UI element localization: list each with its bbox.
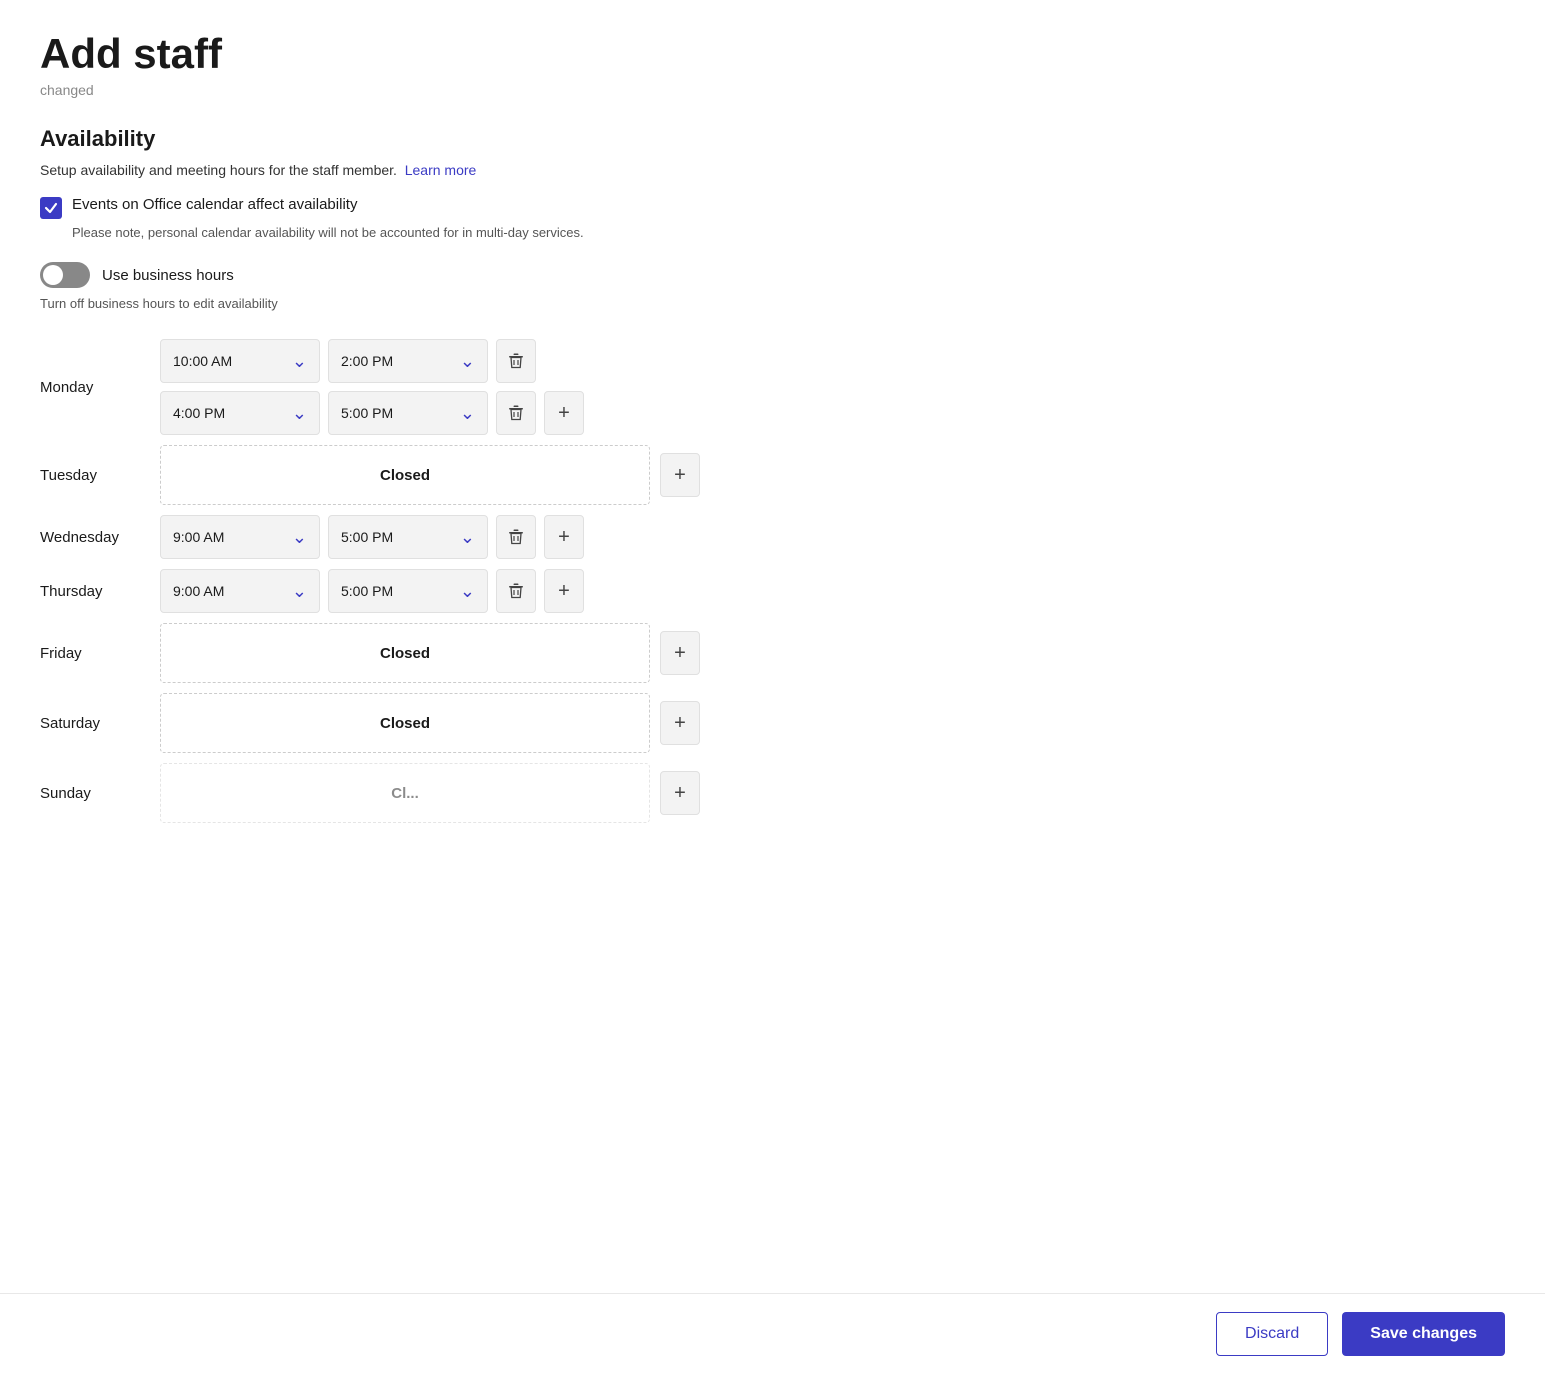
business-hours-toggle-row: Use business hours xyxy=(40,262,1505,288)
day-label-sunday: Sunday xyxy=(40,785,150,802)
day-row-tuesday: Tuesday Closed + xyxy=(40,445,1505,505)
friday-closed-box: Closed xyxy=(160,623,650,683)
calendar-checkbox-sublabel: Please note, personal calendar availabil… xyxy=(72,225,1505,240)
wednesday-add-slot-button[interactable]: + xyxy=(544,515,584,559)
save-changes-button[interactable]: Save changes xyxy=(1342,1312,1505,1356)
monday-slot1-start[interactable]: 10:00 AM ⌄ xyxy=(160,339,320,383)
availability-description: Setup availability and meeting hours for… xyxy=(40,162,1505,178)
thursday-slot-1: 9:00 AM ⌄ 5:00 PM ⌄ + xyxy=(160,569,584,613)
calendar-checkbox-label: Events on Office calendar affect availab… xyxy=(72,196,357,213)
thursday-slot1-delete-button[interactable] xyxy=(496,569,536,613)
monday-slot2-delete-button[interactable] xyxy=(496,391,536,435)
toggle-thumb xyxy=(43,265,63,285)
availability-grid: Monday 10:00 AM ⌄ 2:00 PM ⌄ xyxy=(40,339,1505,823)
saturday-add-slot-button[interactable]: + xyxy=(660,701,700,745)
monday-slot2-end[interactable]: 5:00 PM ⌄ xyxy=(328,391,488,435)
chevron-down-icon: ⌄ xyxy=(460,581,475,602)
chevron-down-icon: ⌄ xyxy=(292,403,307,424)
monday-slots: 10:00 AM ⌄ 2:00 PM ⌄ xyxy=(160,339,584,435)
chevron-down-icon: ⌄ xyxy=(292,351,307,372)
toggle-hint: Turn off business hours to edit availabi… xyxy=(40,296,1505,311)
day-label-wednesday: Wednesday xyxy=(40,529,150,546)
business-hours-toggle[interactable] xyxy=(40,262,90,288)
monday-slot-2: 4:00 PM ⌄ 5:00 PM ⌄ xyxy=(160,391,584,435)
chevron-down-icon: ⌄ xyxy=(460,527,475,548)
day-row-monday: Monday 10:00 AM ⌄ 2:00 PM ⌄ xyxy=(40,339,1505,435)
tuesday-closed-box: Closed xyxy=(160,445,650,505)
availability-section-title: Availability xyxy=(40,126,1505,152)
day-label-thursday: Thursday xyxy=(40,583,150,600)
day-row-sunday: Sunday Cl... + xyxy=(40,763,1505,823)
chevron-down-icon: ⌄ xyxy=(292,581,307,602)
wednesday-slot1-delete-button[interactable] xyxy=(496,515,536,559)
chevron-down-icon: ⌄ xyxy=(460,403,475,424)
monday-slot2-start[interactable]: 4:00 PM ⌄ xyxy=(160,391,320,435)
page-container: Add staff changed Availability Setup ava… xyxy=(0,0,1545,943)
friday-add-slot-button[interactable]: + xyxy=(660,631,700,675)
sunday-add-slot-button[interactable]: + xyxy=(660,771,700,815)
wednesday-slot1-end[interactable]: 5:00 PM ⌄ xyxy=(328,515,488,559)
page-title: Add staff xyxy=(40,30,1505,78)
day-label-saturday: Saturday xyxy=(40,715,150,732)
thursday-add-slot-button[interactable]: + xyxy=(544,569,584,613)
toggle-label: Use business hours xyxy=(102,267,234,284)
thursday-slot1-start[interactable]: 9:00 AM ⌄ xyxy=(160,569,320,613)
monday-add-slot-button[interactable]: + xyxy=(544,391,584,435)
chevron-down-icon: ⌄ xyxy=(292,527,307,548)
calendar-checkbox[interactable] xyxy=(40,197,62,219)
calendar-checkbox-row: Events on Office calendar affect availab… xyxy=(40,196,1505,219)
sunday-closed-box: Cl... xyxy=(160,763,650,823)
monday-slot1-end[interactable]: 2:00 PM ⌄ xyxy=(328,339,488,383)
tuesday-add-slot-button[interactable]: + xyxy=(660,453,700,497)
day-row-thursday: Thursday 9:00 AM ⌄ 5:00 PM ⌄ xyxy=(40,569,1505,613)
wednesday-slot1-start[interactable]: 9:00 AM ⌄ xyxy=(160,515,320,559)
chevron-down-icon: ⌄ xyxy=(460,351,475,372)
day-label-tuesday: Tuesday xyxy=(40,467,150,484)
saturday-closed-box: Closed xyxy=(160,693,650,753)
day-label-friday: Friday xyxy=(40,645,150,662)
monday-slot-1: 10:00 AM ⌄ 2:00 PM ⌄ xyxy=(160,339,584,383)
discard-button[interactable]: Discard xyxy=(1216,1312,1328,1356)
wednesday-slot-1: 9:00 AM ⌄ 5:00 PM ⌄ + xyxy=(160,515,584,559)
day-row-wednesday: Wednesday 9:00 AM ⌄ 5:00 PM ⌄ xyxy=(40,515,1505,559)
day-row-saturday: Saturday Closed + xyxy=(40,693,1505,753)
monday-slot1-delete-button[interactable] xyxy=(496,339,536,383)
thursday-slot1-end[interactable]: 5:00 PM ⌄ xyxy=(328,569,488,613)
changed-label: changed xyxy=(40,82,1505,98)
day-row-friday: Friday Closed + xyxy=(40,623,1505,683)
day-label-monday: Monday xyxy=(40,379,150,396)
footer-bar: Discard Save changes xyxy=(0,1293,1545,1374)
learn-more-link[interactable]: Learn more xyxy=(405,162,477,178)
